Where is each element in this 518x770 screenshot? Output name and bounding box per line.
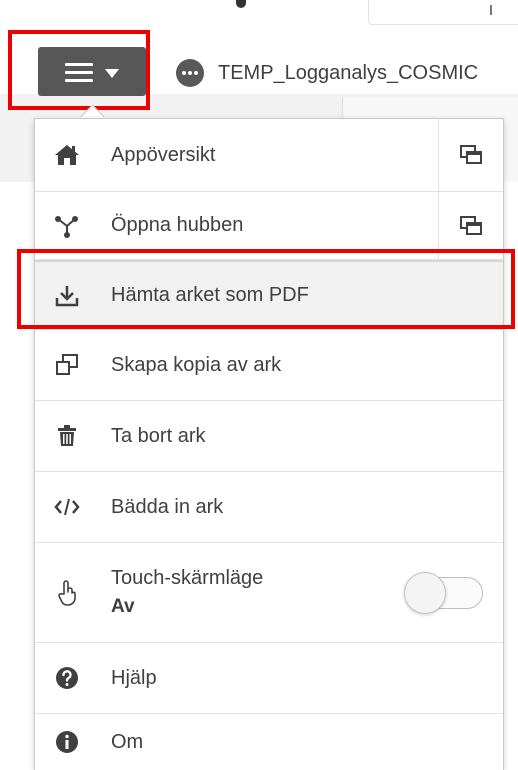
menu-item-embed-sheet[interactable]: Bädda in ark <box>35 472 503 543</box>
menu-item-label: Touch-skärmläge <box>111 567 264 589</box>
app-title-text: TEMP_Logganalys_COSMIC <box>218 61 479 84</box>
help-icon <box>35 663 99 693</box>
caret-down-icon <box>105 68 119 78</box>
trash-icon <box>35 421 99 451</box>
menu-item-label: Ta bort ark <box>111 424 206 447</box>
menu-item-label: Bädda in ark <box>111 495 224 518</box>
hamburger-icon <box>65 61 93 83</box>
menu-item-duplicate-sheet[interactable]: Skapa kopia av ark <box>35 330 503 401</box>
info-icon <box>35 727 99 757</box>
menu-item-help[interactable]: Hjälp <box>35 643 503 714</box>
menu-item-about[interactable]: Om <box>35 714 503 770</box>
menu-item-delete-sheet[interactable]: Ta bort ark <box>35 401 503 472</box>
code-icon <box>35 492 99 522</box>
open-new-window-icon[interactable] <box>438 119 503 191</box>
hub-icon <box>35 211 99 241</box>
menu-item-label: Öppna hubben <box>111 214 244 236</box>
open-new-window-icon[interactable] <box>438 192 503 259</box>
text-cursor <box>490 5 492 15</box>
menu-item-label: Appöversikt <box>111 143 216 166</box>
app-options-icon <box>176 59 204 87</box>
touch-icon <box>35 578 99 608</box>
touch-mode-toggle[interactable] <box>404 572 483 614</box>
home-icon <box>35 140 99 170</box>
touch-mode-status: Av <box>111 596 135 617</box>
top-bar <box>0 0 518 32</box>
app-title[interactable]: TEMP_Logganalys_COSMIC <box>176 58 478 88</box>
menu-item-app-overview[interactable]: Appöversikt <box>35 119 503 192</box>
menu-item-label: Hjälp <box>111 666 157 689</box>
toggle-knob <box>404 572 446 614</box>
menu-item-label: Skapa kopia av ark <box>111 353 282 376</box>
download-icon <box>35 281 99 311</box>
duplicate-icon <box>35 350 99 380</box>
menu-item-open-hub[interactable]: Öppna hubben <box>35 192 503 260</box>
menu-item-label: Om <box>111 730 144 753</box>
top-search-field[interactable] <box>368 0 518 25</box>
top-partial-glyph <box>236 0 246 8</box>
main-menu-button[interactable] <box>38 47 146 96</box>
menu-item-label: Hämta arket som PDF <box>111 284 309 306</box>
main-menu-dropdown: Appöversikt Öppna hubben Hämta arket som… <box>34 118 504 770</box>
menu-item-download-pdf[interactable]: Hämta arket som PDF <box>35 260 503 330</box>
menu-item-touch-mode[interactable]: Touch-skärmläge Av <box>35 543 503 643</box>
